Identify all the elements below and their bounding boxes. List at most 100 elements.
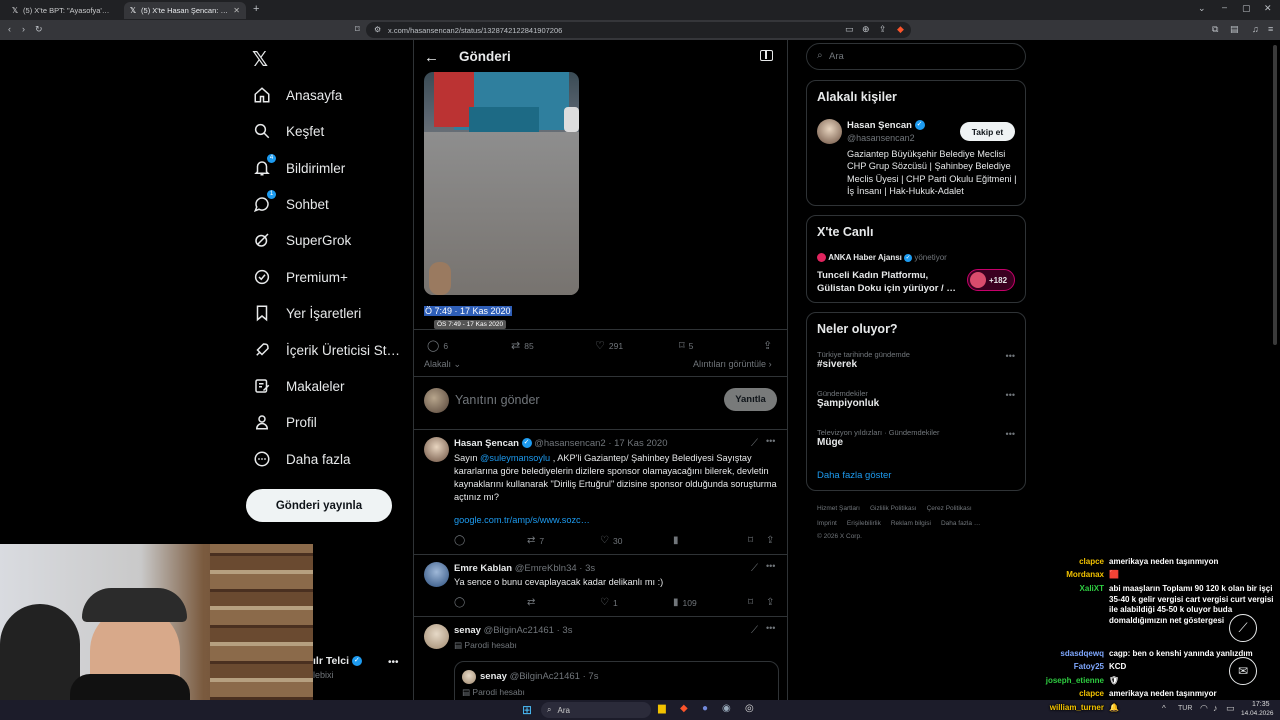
footer-link[interactable]: Imprint (817, 520, 837, 527)
sidebar-item-more[interactable]: Daha fazla (252, 449, 351, 469)
reply-link[interactable]: google.com.tr/amp/s/www.sozc… (454, 515, 590, 525)
more-options-icon[interactable]: ••• (766, 623, 775, 633)
sidebar-item-bookmarks[interactable]: Yer İşaretleri (252, 303, 361, 323)
views-button[interactable]: ▮ 109 (673, 597, 697, 608)
sidebar-item-explore[interactable]: Keşfet (252, 121, 324, 141)
browser-tab-active[interactable]: 𝕏 (5) X'te Hasan Şencan: "Sayın @…" ✕ (124, 2, 246, 19)
windows-start-icon[interactable]: ⊞ (522, 703, 532, 717)
close-window-icon[interactable]: ✕ (1264, 3, 1272, 14)
share-button[interactable]: ⇪ (763, 339, 772, 352)
back-arrow-icon[interactable]: ← (424, 49, 439, 66)
show-more-link[interactable]: Daha fazla göster (817, 470, 891, 481)
bookmark-button[interactable]: ⌑ (748, 535, 753, 546)
repost-button[interactable]: ⇄ (527, 597, 539, 608)
grok-fab-icon[interactable]: ⟋ (1229, 614, 1257, 642)
bookmark-button[interactable]: ⌑ (748, 597, 753, 608)
like-button[interactable]: ♡ 1 (600, 597, 618, 608)
new-tab-button[interactable]: + (253, 3, 259, 15)
reply-input[interactable]: Yanıtını gönder (455, 393, 540, 407)
zoom-icon[interactable]: ⊕ (862, 24, 870, 35)
more-options-icon[interactable]: ••• (1006, 390, 1015, 400)
footer-link[interactable]: Erişilebilirlik (847, 520, 881, 527)
live-title[interactable]: Tunceli Kadın Platformu, Gülistan Doku i… (817, 269, 957, 295)
account-more-icon[interactable]: ••• (388, 657, 399, 668)
sidebar-item-creator-studio[interactable]: İçerik Üreticisi St… (252, 340, 400, 360)
user-avatar[interactable] (424, 388, 449, 413)
more-options-icon[interactable]: ••• (1006, 351, 1015, 361)
address-bar[interactable]: ⚙ x.com/hasansencan2/status/132874212284… (366, 22, 911, 38)
sidebar-item-premium[interactable]: Premium+ (252, 267, 348, 287)
footer-link[interactable]: Daha fazla … (941, 520, 980, 527)
x-logo[interactable]: 𝕏 (252, 47, 268, 72)
repost-button[interactable]: ⇄ 7 (527, 535, 544, 546)
obs-icon[interactable]: ◎ (745, 703, 754, 714)
more-options-icon[interactable]: ••• (1006, 429, 1015, 439)
trend-item[interactable]: Televizyon yıldızları · Gündemdekiler Mü… (817, 428, 940, 448)
mention-link[interactable]: @suleymansoylu (480, 453, 550, 463)
taskbar-search[interactable]: ⌕ Ara (541, 702, 651, 718)
reload-icon[interactable]: ↻ (35, 24, 43, 35)
battery-icon[interactable]: ▭ (1226, 703, 1235, 714)
reply-time[interactable]: · 17 Kas 2020 (608, 438, 667, 449)
reply-author-name[interactable]: Emre Kablan (454, 563, 512, 574)
cast-icon[interactable]: ▭ (845, 24, 854, 35)
close-tab-icon[interactable]: ✕ (233, 6, 240, 15)
share-button[interactable]: ⇪ (766, 535, 774, 546)
more-options-icon[interactable]: ••• (766, 561, 775, 571)
tab-search-icon[interactable]: ⌄ (1198, 3, 1206, 14)
footer-link[interactable]: Çerez Politikası (927, 505, 972, 512)
reply-avatar[interactable] (424, 437, 449, 462)
wallet-icon[interactable]: ▤ (1230, 24, 1239, 35)
reply-avatar[interactable] (424, 624, 449, 649)
relevance-dropdown[interactable]: Alakalı ⌄ (424, 359, 461, 370)
sidebar-item-chat[interactable]: 1 Sohbet (252, 190, 329, 214)
grok-icon[interactable]: ⟋ (751, 438, 758, 449)
share-icon[interactable]: ⇪ (879, 24, 887, 35)
site-info-icon[interactable]: ⚙ (374, 25, 381, 34)
back-icon[interactable]: ‹ (8, 24, 11, 34)
menu-icon[interactable]: ≡ (1268, 24, 1273, 34)
brave-browser-icon[interactable]: ◆ (680, 703, 688, 714)
quoted-tweet[interactable]: senay @BilginAc21461 · 7s ▤ Parodi hesab… (454, 661, 779, 700)
tweet-media-image[interactable] (424, 72, 579, 295)
file-explorer-icon[interactable]: ▆ (658, 703, 666, 714)
clock-date[interactable]: 14.04.2026 (1241, 710, 1274, 717)
bookmark-button[interactable]: ⌑ 5 (679, 339, 693, 352)
tweet-timestamp[interactable]: Ö 7:49 · 17 Kas 2020 (424, 306, 512, 316)
reader-mode-icon[interactable] (760, 50, 773, 61)
language-indicator[interactable]: TUR (1178, 705, 1192, 712)
trend-item[interactable]: Türkiye tarihinde gündemde #siverek (817, 350, 910, 370)
reply-avatar[interactable] (424, 562, 449, 587)
reply-time[interactable]: · 3s (579, 563, 595, 574)
footer-link[interactable]: Hizmet Şartları (817, 505, 860, 512)
sidebar-item-notifications[interactable]: 4 Bildirimler (252, 154, 345, 178)
reply-handle[interactable]: @EmreKbln34 (515, 563, 577, 574)
steam-icon[interactable]: ◉ (722, 703, 731, 714)
tray-chevron-icon[interactable]: ^ (1162, 704, 1166, 713)
brave-shield-icon[interactable]: ◆ (897, 24, 904, 35)
scrollbar[interactable] (1273, 45, 1277, 345)
volume-icon[interactable]: ♪ (1213, 703, 1218, 713)
reply-handle[interactable]: @BilginAc21461 (484, 625, 554, 636)
footer-link[interactable]: Reklam bilgisi (891, 520, 931, 527)
network-icon[interactable]: ◠ (1200, 703, 1208, 714)
trend-item[interactable]: Gündemdekiler Şampiyonluk (817, 389, 879, 409)
reply-time[interactable]: · 3s (557, 625, 573, 636)
messages-fab-icon[interactable]: ✉ (1229, 657, 1257, 685)
reply-author-name[interactable]: senay (454, 625, 481, 636)
forward-icon[interactable]: › (22, 24, 25, 34)
sidebar-item-home[interactable]: Anasayfa (252, 85, 342, 105)
follow-button[interactable]: Takip et (960, 122, 1015, 141)
browser-tab[interactable]: 𝕏 (5) X'te BPT: "Ayasofya'da dini ve ida… (6, 2, 118, 19)
reply-button[interactable]: ◯ 6 (427, 339, 448, 352)
maximize-icon[interactable]: ▢ (1242, 3, 1251, 14)
reply-handle[interactable]: @hasansencan2 (534, 438, 605, 449)
live-host[interactable]: ANKA Haber Ajansı ✓ yönetiyor (817, 253, 947, 263)
search-input[interactable]: ⌕ Ara (806, 43, 1026, 70)
media-icon[interactable]: ♫ (1252, 24, 1259, 34)
account-name[interactable]: ılr Telci ✓ (313, 655, 362, 667)
post-button[interactable]: Gönderi yayınla (246, 489, 392, 522)
like-button[interactable]: ♡ 291 (595, 339, 623, 352)
discord-icon[interactable]: ● (702, 703, 708, 714)
live-listeners-pill[interactable]: +182 (967, 269, 1015, 291)
